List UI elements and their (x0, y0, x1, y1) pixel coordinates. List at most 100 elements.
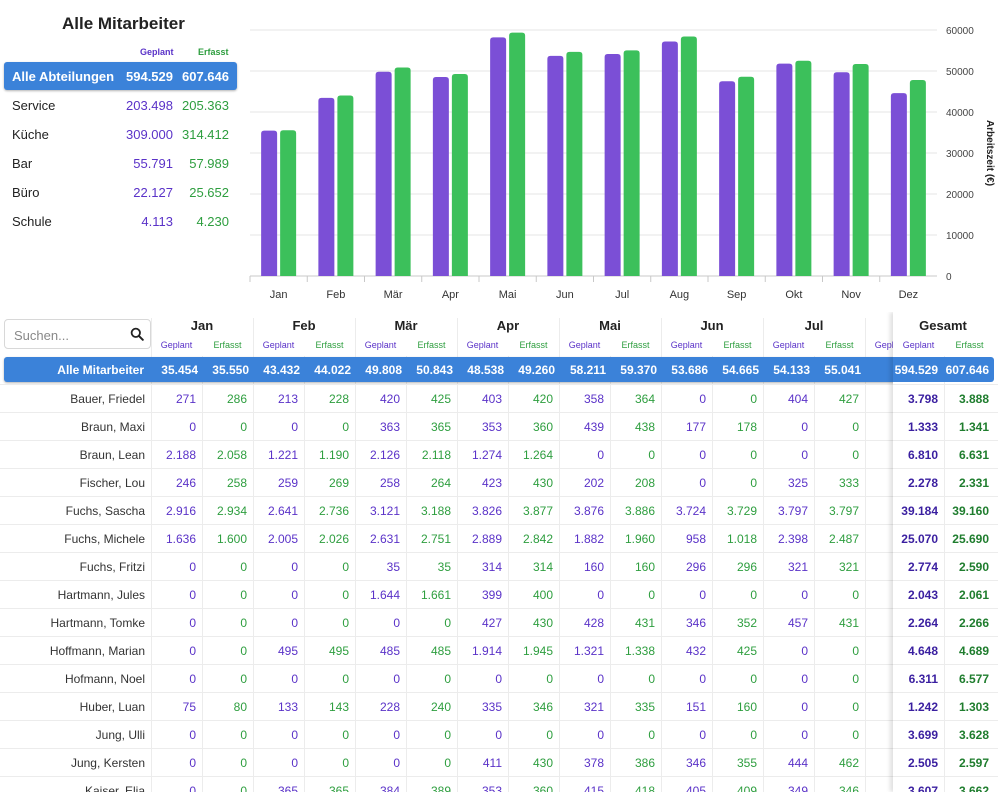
employee-name[interactable]: Kaiser, Elia (0, 784, 145, 792)
bar-actual[interactable] (394, 67, 411, 276)
bar-actual[interactable] (680, 36, 697, 276)
x-tick-label: Dez (899, 289, 919, 301)
actual-cell: 0 (240, 588, 247, 602)
department-row[interactable]: Bar 55.791 57.989 (4, 149, 237, 177)
employee-total-actual: 2.266 (958, 616, 989, 630)
planned-subheader: Geplant (568, 340, 601, 350)
actual-cell: 346 (838, 784, 859, 792)
actual-cell: 1.190 (318, 448, 349, 462)
bar-planned[interactable] (375, 71, 392, 276)
employee-name[interactable]: Jung, Kersten (0, 756, 145, 770)
employee-name[interactable]: Fischer, Lou (0, 476, 145, 490)
planned-cell: 432 (685, 644, 706, 658)
employee-name[interactable]: Bauer, Friedel (0, 392, 145, 406)
bar-planned[interactable] (719, 81, 736, 276)
planned-cell: 0 (291, 616, 298, 630)
employee-name[interactable]: Huber, Luan (0, 700, 145, 714)
department-actual: 25.652 (189, 185, 229, 200)
bar-planned[interactable] (604, 54, 621, 276)
bar-actual[interactable] (280, 130, 297, 276)
employee-name[interactable]: Fuchs, Fritzi (0, 560, 145, 574)
bar-planned[interactable] (490, 37, 507, 276)
total-planned-cell: 49.808 (365, 363, 402, 377)
planned-cell: 485 (379, 644, 400, 658)
row-divider (0, 384, 998, 385)
planned-cell: 3.826 (471, 504, 502, 518)
bar-planned[interactable] (890, 93, 907, 276)
planned-cell: 0 (291, 728, 298, 742)
actual-cell: 258 (226, 476, 247, 490)
bar-actual[interactable] (795, 60, 812, 276)
actual-cell: 2.736 (318, 504, 349, 518)
bar-planned[interactable] (318, 97, 335, 276)
month-header[interactable]: Jun (661, 318, 763, 340)
bar-planned[interactable] (432, 76, 449, 276)
planned-cell: 1.636 (165, 532, 196, 546)
department-row[interactable]: Küche 309.000 314.412 (4, 120, 237, 148)
month-header[interactable]: Jan (151, 318, 253, 340)
bar-planned[interactable] (833, 72, 850, 276)
bar-planned[interactable] (261, 130, 278, 276)
employee-name[interactable]: Hartmann, Jules (0, 588, 145, 602)
actual-cell: 438 (634, 420, 655, 434)
bar-planned[interactable] (776, 63, 793, 277)
row-divider (0, 552, 998, 553)
bar-actual[interactable] (337, 95, 354, 277)
actual-cell: 0 (240, 560, 247, 574)
planned-cell: 0 (699, 672, 706, 686)
actual-cell: 0 (852, 644, 859, 658)
actual-cell: 286 (226, 392, 247, 406)
month-header[interactable]: Mai (559, 318, 661, 340)
employee-name[interactable]: Hofmann, Noel (0, 672, 145, 686)
bar-actual[interactable] (566, 51, 583, 276)
planned-cell: 213 (277, 392, 298, 406)
planned-cell: 365 (277, 784, 298, 792)
bar-actual[interactable] (738, 76, 755, 276)
actual-cell: 335 (634, 700, 655, 714)
actual-subheader: Erfasst (955, 340, 984, 350)
month-header[interactable]: Jul (763, 318, 865, 340)
employee-total-planned: 6.810 (907, 448, 938, 462)
month-header[interactable]: Feb (253, 318, 355, 340)
employee-name[interactable]: Jung, Ulli (0, 728, 145, 742)
employee-name[interactable]: Braun, Maxi (0, 420, 145, 434)
actual-subheader: Erfasst (825, 340, 854, 350)
bar-planned[interactable] (547, 55, 564, 276)
employee-name[interactable]: Hoffmann, Marian (0, 644, 145, 658)
planned-cell: 0 (699, 476, 706, 490)
actual-cell: 420 (532, 392, 553, 406)
employee-total-planned: 6.311 (908, 672, 938, 686)
employee-name[interactable]: Hartmann, Tomke (0, 616, 145, 630)
employee-name[interactable]: Braun, Lean (0, 448, 145, 462)
bar-actual[interactable] (451, 74, 468, 276)
planned-cell: 0 (699, 448, 706, 462)
employee-name[interactable]: Fuchs, Sascha (0, 504, 145, 518)
employee-total-planned: 39.184 (901, 504, 938, 518)
bar-actual[interactable] (852, 64, 869, 276)
actual-cell: 389 (430, 784, 451, 792)
employee-total-actual: 3.662 (958, 784, 989, 792)
month-header[interactable]: Mär (355, 318, 457, 340)
bar-actual[interactable] (623, 50, 640, 276)
bar-actual[interactable] (909, 80, 926, 277)
total-row[interactable]: Alle Mitarbeiter 35.454 35.550 43.432 44.022… (4, 357, 994, 382)
department-name: Bar (12, 156, 33, 171)
month-header[interactable]: Apr (457, 318, 559, 340)
planned-cell: 0 (189, 728, 196, 742)
bar-actual[interactable] (509, 32, 526, 276)
actual-cell: 0 (546, 728, 553, 742)
actual-cell: 269 (328, 476, 349, 490)
planned-cell: 296 (685, 560, 706, 574)
department-row[interactable]: Büro 22.127 25.652 (4, 178, 237, 206)
planned-cell: 133 (277, 700, 298, 714)
employee-total-planned: 2.264 (907, 616, 938, 630)
actual-cell: 430 (532, 756, 553, 770)
total-column-header[interactable]: Gesamt (893, 318, 993, 340)
employee-name[interactable]: Fuchs, Michele (0, 532, 145, 546)
department-row[interactable]: Service 203.498 205.363 (4, 91, 237, 119)
bar-planned[interactable] (661, 41, 678, 277)
department-row[interactable]: Alle Abteilungen 594.529 607.646 (4, 62, 237, 90)
actual-cell: 0 (852, 700, 859, 714)
employee-total-actual: 2.597 (958, 756, 989, 770)
department-row[interactable]: Schule 4.113 4.230 (4, 207, 237, 235)
